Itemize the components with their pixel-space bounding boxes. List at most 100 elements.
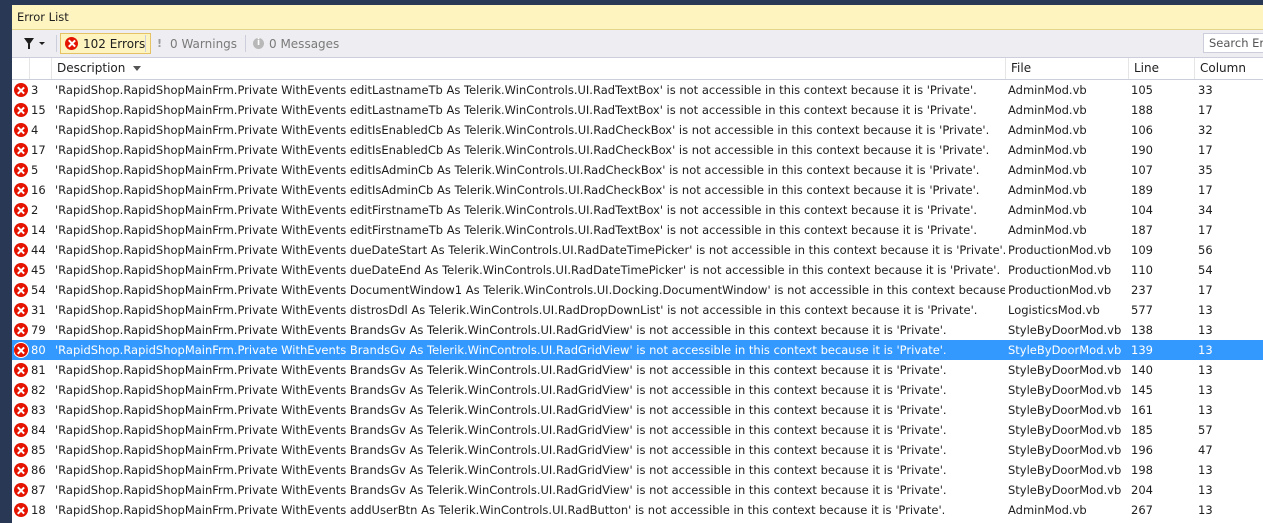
error-column: 17 [1198, 103, 1213, 117]
error-row-icon-cell [14, 340, 30, 360]
errors-count-label: 102 Errors [83, 36, 146, 51]
column-header-icon[interactable] [12, 58, 30, 79]
error-list-rows: 3 'RapidShop.RapidShopMainFrm.Private Wit… [12, 80, 1263, 520]
filter-icon [24, 38, 34, 49]
error-row[interactable]: 82 'RapidShop.RapidShopMainFrm.Private Wi… [12, 380, 1263, 400]
error-row[interactable]: 79 'RapidShop.RapidShopMainFrm.Private Wi… [12, 320, 1263, 340]
error-line: 187 [1131, 223, 1153, 237]
error-row[interactable]: 85 'RapidShop.RapidShopMainFrm.Private Wi… [12, 440, 1263, 460]
error-column: 13 [1198, 303, 1213, 317]
error-row[interactable]: 31 'RapidShop.RapidShopMainFrm.Private Wi… [12, 300, 1263, 320]
error-line: 577 [1131, 303, 1153, 317]
error-row[interactable]: 84 'RapidShop.RapidShopMainFrm.Private Wi… [12, 420, 1263, 440]
error-description: 'RapidShop.RapidShopMainFrm.Private With… [55, 103, 977, 117]
error-code: 86 [31, 463, 46, 477]
error-row[interactable]: 5 'RapidShop.RapidShopMainFrm.Private Wit… [12, 160, 1263, 180]
error-icon [14, 83, 28, 97]
error-description: 'RapidShop.RapidShopMainFrm.Private With… [55, 263, 1001, 277]
error-row-icon-cell [14, 180, 30, 200]
panel-title-bar[interactable]: Error List [12, 5, 1263, 30]
error-row[interactable]: 3 'RapidShop.RapidShopMainFrm.Private Wit… [12, 80, 1263, 100]
error-row[interactable]: 83 'RapidShop.RapidShopMainFrm.Private Wi… [12, 400, 1263, 420]
error-row[interactable]: 17 'RapidShop.RapidShopMainFrm.Private Wi… [12, 140, 1263, 160]
error-row-icon-cell [14, 320, 30, 340]
column-header-file[interactable]: File [1006, 58, 1129, 79]
error-file: AdminMod.vb [1008, 123, 1087, 137]
error-file: AdminMod.vb [1008, 163, 1087, 177]
error-code: 31 [31, 303, 46, 317]
error-code: 2 [31, 203, 39, 217]
column-header-description[interactable]: Description [52, 58, 1006, 79]
error-row[interactable]: 80 'RapidShop.RapidShopMainFrm.Private Wi… [12, 340, 1263, 360]
column-header-column-label: Column [1200, 61, 1246, 75]
error-column: 13 [1198, 363, 1213, 377]
error-row[interactable]: 2 'RapidShop.RapidShopMainFrm.Private Wit… [12, 200, 1263, 220]
error-icon [14, 443, 28, 457]
error-description: 'RapidShop.RapidShopMainFrm.Private With… [55, 203, 978, 217]
error-row-icon-cell [14, 200, 30, 220]
column-header-column[interactable]: Column [1195, 58, 1263, 79]
warnings-count-label: 0 Warnings [170, 36, 238, 51]
error-description: 'RapidShop.RapidShopMainFrm.Private With… [55, 483, 947, 497]
error-code: 79 [31, 323, 46, 337]
error-column: 17 [1198, 143, 1213, 157]
error-row[interactable]: 14 'RapidShop.RapidShopMainFrm.Private Wi… [12, 220, 1263, 240]
error-row[interactable]: 81 'RapidShop.RapidShopMainFrm.Private Wi… [12, 360, 1263, 380]
error-code: 5 [31, 163, 39, 177]
error-column: 13 [1198, 383, 1213, 397]
error-column: 54 [1198, 263, 1213, 277]
error-line: 161 [1131, 403, 1153, 417]
error-file: StyleByDoorMod.vb [1008, 423, 1122, 437]
error-row[interactable]: 45 'RapidShop.RapidShopMainFrm.Private Wi… [12, 260, 1263, 280]
error-row-icon-cell [14, 420, 30, 440]
error-row[interactable]: 87 'RapidShop.RapidShopMainFrm.Private Wi… [12, 480, 1263, 500]
column-header-row: Description File Line Column [12, 58, 1263, 80]
error-icon [14, 323, 28, 337]
error-file: StyleByDoorMod.vb [1008, 343, 1122, 357]
error-column: 17 [1198, 183, 1213, 197]
error-line: 196 [1131, 443, 1153, 457]
error-description: 'RapidShop.RapidShopMainFrm.Private With… [55, 463, 947, 477]
error-row[interactable]: 4 'RapidShop.RapidShopMainFrm.Private Wit… [12, 120, 1263, 140]
error-code: 16 [31, 183, 46, 197]
error-row-icon-cell [14, 80, 30, 100]
error-line: 190 [1131, 143, 1153, 157]
error-row[interactable]: 44 'RapidShop.RapidShopMainFrm.Private Wi… [12, 240, 1263, 260]
error-code: 3 [31, 83, 39, 97]
error-file: AdminMod.vb [1008, 203, 1087, 217]
error-file: ProductionMod.vb [1008, 243, 1112, 257]
error-description: 'RapidShop.RapidShopMainFrm.Private With… [55, 143, 990, 157]
error-icon [14, 103, 28, 117]
error-row-icon-cell [14, 240, 30, 260]
error-row[interactable]: 18 'RapidShop.RapidShopMainFrm.Private Wi… [12, 500, 1263, 520]
column-header-line[interactable]: Line [1129, 58, 1195, 79]
error-line: 145 [1131, 383, 1153, 397]
error-icon [14, 163, 28, 177]
column-header-code[interactable] [30, 58, 52, 79]
messages-count-label: 0 Messages [269, 36, 340, 51]
error-file: ProductionMod.vb [1008, 283, 1112, 297]
messages-filter-button[interactable]: i 0 Messages [249, 33, 344, 54]
error-icon [14, 203, 28, 217]
error-row[interactable]: 86 'RapidShop.RapidShopMainFrm.Private Wi… [12, 460, 1263, 480]
error-icon [14, 483, 28, 497]
filter-dropdown-button[interactable] [20, 34, 50, 53]
error-line: 140 [1131, 363, 1153, 377]
error-file: StyleByDoorMod.vb [1008, 363, 1122, 377]
errors-filter-button[interactable]: 102 Errors [60, 33, 152, 54]
error-row[interactable]: 54 'RapidShop.RapidShopMainFrm.Private Wi… [12, 280, 1263, 300]
panel-title: Error List [17, 10, 69, 24]
error-line: 106 [1131, 123, 1153, 137]
error-column: 17 [1198, 283, 1213, 297]
error-row-icon-cell [14, 500, 30, 520]
error-row-icon-cell [14, 280, 30, 300]
error-code: 44 [31, 243, 46, 257]
error-code: 80 [31, 343, 46, 357]
error-list-panel: Error List 102 Errors ! 0 Warnings i 0 M… [12, 5, 1263, 523]
warnings-filter-button[interactable]: ! 0 Warnings [149, 33, 242, 54]
error-column: 34 [1198, 203, 1213, 217]
search-input[interactable]: Search Erro [1203, 33, 1263, 53]
error-row[interactable]: 16 'RapidShop.RapidShopMainFrm.Private Wi… [12, 180, 1263, 200]
error-column: 13 [1198, 323, 1213, 337]
error-row[interactable]: 15 'RapidShop.RapidShopMainFrm.Private Wi… [12, 100, 1263, 120]
